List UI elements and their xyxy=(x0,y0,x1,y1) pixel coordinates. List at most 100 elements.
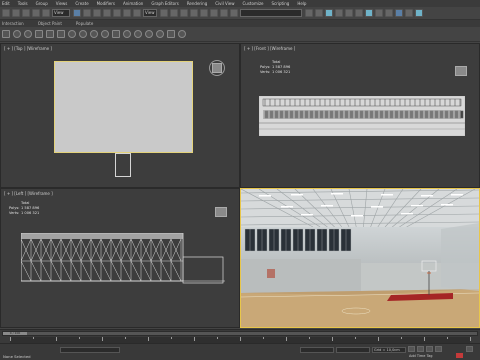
menu-customize[interactable]: Customize xyxy=(243,1,264,6)
viewcube-icon[interactable] xyxy=(213,203,229,219)
keyboard-shortcut-icon[interactable] xyxy=(180,9,188,17)
front-wireframe[interactable] xyxy=(259,96,465,136)
tab-populate[interactable]: Populate xyxy=(76,21,93,26)
selection-filter-dropdown[interactable]: View xyxy=(52,9,70,17)
element-icon[interactable] xyxy=(57,30,65,38)
percent-snap-icon[interactable] xyxy=(210,9,218,17)
mirror-icon[interactable] xyxy=(305,9,313,17)
render-production-icon[interactable] xyxy=(395,9,403,17)
camera-icon[interactable] xyxy=(112,30,120,38)
pivot-center-icon[interactable] xyxy=(160,9,168,17)
scale-icon[interactable] xyxy=(133,9,141,17)
menu-tools[interactable]: Tools xyxy=(18,1,28,6)
render-iterative-icon[interactable] xyxy=(405,9,413,17)
viewport-top[interactable]: [ + ] [Top ] [Wireframe ] xyxy=(0,43,240,188)
menu-help[interactable]: Help xyxy=(297,1,306,6)
x-coordinate-field[interactable] xyxy=(300,347,334,353)
spacewarp-icon[interactable] xyxy=(134,30,142,38)
menu-views[interactable]: Views xyxy=(56,1,68,6)
undo-icon[interactable] xyxy=(2,9,10,17)
menu-graph-editors[interactable]: Graph Editors xyxy=(151,1,178,6)
unlink-icon[interactable] xyxy=(32,9,40,17)
curve-editor-icon[interactable] xyxy=(345,9,353,17)
previous-frame-icon[interactable] xyxy=(417,346,424,352)
rendered-frame-window-icon[interactable] xyxy=(385,9,393,17)
graphite-tools-icon[interactable] xyxy=(167,30,175,38)
tab-interaction[interactable]: Interaction xyxy=(2,21,24,26)
named-selection-sets-field[interactable] xyxy=(240,9,302,17)
render-setup-icon[interactable] xyxy=(375,9,383,17)
menu-create[interactable]: Create xyxy=(75,1,88,6)
status-bar: None Selected Grid = 10,0cm Add Time Tag xyxy=(0,343,480,360)
window-crossing-icon[interactable] xyxy=(103,9,111,17)
viewport-front[interactable]: [ + ] [Front ] [Wireframe ] Total Polys:… xyxy=(240,43,480,188)
viewport-label[interactable]: [ + ] [Front ] [Wireframe ] xyxy=(244,46,295,51)
time-slider[interactable]: 0 / 100 xyxy=(2,331,478,336)
object-outline-top[interactable] xyxy=(115,153,131,177)
rotate-icon[interactable] xyxy=(123,9,131,17)
polygon-modeling-icon[interactable] xyxy=(2,30,10,38)
viewcube-icon[interactable] xyxy=(209,60,225,76)
timeline-tick xyxy=(102,337,103,341)
time-slider-thumb[interactable]: 0 / 100 xyxy=(3,332,27,335)
border-icon[interactable] xyxy=(35,30,43,38)
menu-animation[interactable]: Animation xyxy=(123,1,143,6)
helper-icon[interactable] xyxy=(123,30,131,38)
reference-coordinate-dropdown[interactable]: View xyxy=(143,9,157,17)
viewport-label[interactable]: [ + ] [Top ] [Wireframe ] xyxy=(4,46,52,51)
menu-scripting[interactable]: Scripting xyxy=(272,1,290,6)
help-icon[interactable] xyxy=(156,30,164,38)
select-manipulate-icon[interactable] xyxy=(170,9,178,17)
perspective-render[interactable] xyxy=(241,189,479,327)
selected-object-top[interactable] xyxy=(54,61,193,153)
edge-icon[interactable] xyxy=(24,30,32,38)
spinner-snap-icon[interactable] xyxy=(220,9,228,17)
select-by-name-icon[interactable] xyxy=(83,9,91,17)
maxscript-listener-field[interactable] xyxy=(60,347,120,353)
menu-edit[interactable]: Edit xyxy=(2,1,10,6)
rectangular-selection-icon[interactable] xyxy=(93,9,101,17)
viewport-label[interactable]: [ + ] [Left ] [Wireframe ] xyxy=(4,191,53,196)
select-object-icon[interactable] xyxy=(73,9,81,17)
menu-civil-view[interactable]: Civil View xyxy=(215,1,234,6)
polygon-icon[interactable] xyxy=(46,30,54,38)
menu-group[interactable]: Group xyxy=(36,1,48,6)
viewport-perspective[interactable] xyxy=(240,188,480,328)
auto-key-icon[interactable] xyxy=(456,353,463,358)
tab-object-paint[interactable]: Object Paint xyxy=(38,21,62,26)
render-online-icon[interactable] xyxy=(415,9,423,17)
play-icon[interactable] xyxy=(426,346,433,352)
snaps-toggle-icon[interactable] xyxy=(190,9,198,17)
vertex-icon[interactable] xyxy=(13,30,21,38)
viewport-left[interactable]: [ + ] [Left ] [Wireframe ] Total Polys: 1… xyxy=(0,188,240,328)
menu-modifiers[interactable]: Modifiers xyxy=(97,1,115,6)
add-time-tag[interactable]: Add Time Tag xyxy=(408,354,442,360)
go-to-start-icon[interactable] xyxy=(408,346,415,352)
align-icon[interactable] xyxy=(315,9,323,17)
timeline-tick xyxy=(424,337,425,341)
quickslice-icon[interactable] xyxy=(90,30,98,38)
material-editor-icon[interactable] xyxy=(365,9,373,17)
edit-named-selection-icon[interactable] xyxy=(230,9,238,17)
link-icon[interactable] xyxy=(22,9,30,17)
next-frame-icon[interactable] xyxy=(435,346,442,352)
viewcube-icon[interactable] xyxy=(453,62,469,78)
layer-explorer-icon[interactable] xyxy=(325,9,333,17)
timeline-tick xyxy=(171,337,172,339)
toggle-ribbon-icon[interactable] xyxy=(335,9,343,17)
move-icon[interactable] xyxy=(113,9,121,17)
system-icon[interactable] xyxy=(145,30,153,38)
swift-loop-icon[interactable] xyxy=(68,30,76,38)
zoom-extents-icon[interactable] xyxy=(466,346,473,352)
redo-icon[interactable] xyxy=(12,9,20,17)
y-coordinate-field[interactable] xyxy=(336,347,370,353)
light-icon[interactable] xyxy=(101,30,109,38)
timeline-tick xyxy=(470,337,471,341)
schematic-view-icon[interactable] xyxy=(355,9,363,17)
left-wireframe[interactable] xyxy=(21,233,227,285)
menu-rendering[interactable]: Rendering xyxy=(187,1,207,6)
angle-snap-icon[interactable] xyxy=(200,9,208,17)
bind-space-warp-icon[interactable] xyxy=(42,9,50,17)
freeform-icon[interactable] xyxy=(178,30,186,38)
cut-icon[interactable] xyxy=(79,30,87,38)
